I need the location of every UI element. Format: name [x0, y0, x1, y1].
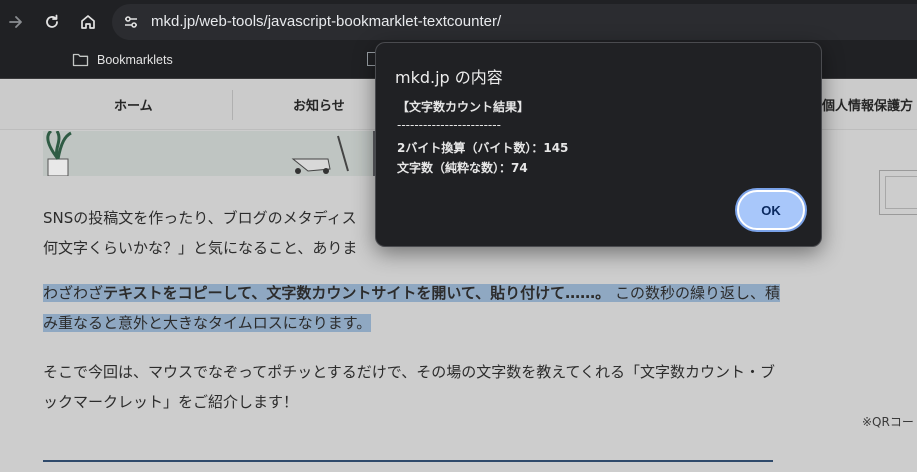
address-bar[interactable]: mkd.jp/web-tools/javascript-bookmarklet-…: [112, 4, 917, 40]
nav-item-home[interactable]: ホーム: [114, 95, 153, 114]
highlight-bold: テキストをコピーして、文字数カウントサイトを開いて、貼り付けて……。: [103, 284, 611, 302]
folder-icon: [72, 53, 89, 67]
dialog-byte-count: 2バイト換算（バイト数）：145: [397, 141, 569, 155]
dialog-heading-line: 【文字数カウント結果】: [397, 100, 530, 114]
forward-button[interactable]: [6, 12, 26, 32]
sidebar-widget-inner: [885, 176, 917, 209]
plant-illustration: [46, 131, 72, 176]
selected-paragraph: わざわざテキストをコピーして、文字数カウントサイトを開いて、貼り付けて……。 こ…: [43, 278, 783, 338]
ok-button[interactable]: OK: [737, 190, 805, 230]
home-button[interactable]: [78, 12, 98, 32]
nav-divider: [232, 90, 233, 120]
reload-icon: [46, 14, 58, 28]
dialog-divider-line: ------------------------: [397, 118, 501, 132]
intro-line-2: 何文字くらいかな？」と気になること、ありま: [43, 239, 358, 257]
arrow-right-icon: [9, 16, 22, 28]
site-settings-icon[interactable]: [122, 13, 140, 31]
url-text[interactable]: mkd.jp/web-tools/javascript-bookmarklet-…: [151, 13, 501, 30]
intro-paragraph: SNSの投稿文を作ったり、ブログのメタディス 何文字くらいかな？」と気になること…: [43, 203, 383, 263]
bookmark-label: Bookmarklets: [97, 52, 173, 67]
bookmark-icon-partial[interactable]: [367, 52, 375, 66]
nav-item-news[interactable]: お知らせ: [293, 95, 345, 114]
highlight-start: わざわざ: [43, 284, 104, 302]
body-paragraph: そこで今回は、マウスでなぞってポチッとするだけで、その場の文字数を教えてくれる「…: [43, 363, 776, 411]
qr-note: ※QRコー: [862, 415, 914, 429]
section-divider: [43, 460, 773, 462]
alert-dialog: mkd.jp の内容 【文字数カウント結果】 -----------------…: [375, 42, 822, 247]
nav-item-privacy[interactable]: 個人情報保護方: [822, 95, 913, 114]
reload-button[interactable]: [42, 12, 62, 32]
home-icon: [81, 15, 95, 29]
dialog-title: mkd.jp の内容: [395, 68, 503, 87]
bookmark-folder-bookmarklets[interactable]: Bookmarklets: [72, 52, 173, 67]
intro-line-1: SNSの投稿文を作ったり、ブログのメタディス: [43, 209, 357, 227]
dialog-char-count: 文字数（純粋な数）：74: [397, 161, 528, 175]
browser-toolbar: mkd.jp/web-tools/javascript-bookmarklet-…: [0, 0, 917, 44]
